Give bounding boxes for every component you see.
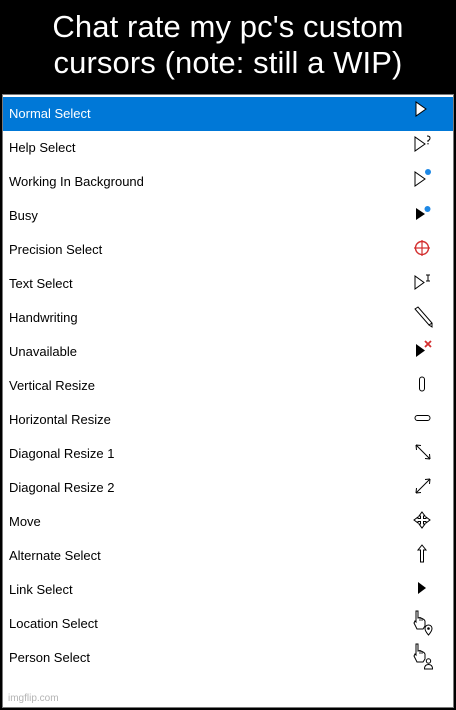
cursor-row-unavailable[interactable]: Unavailable [3,335,453,369]
alternate-select-cursor-icon [408,540,434,568]
link-select-cursor-icon [408,574,434,602]
text-select-cursor-icon [408,268,434,296]
move-cursor-icon [408,506,434,534]
cursor-scheme-list[interactable]: Normal Select Help Select Working In Bac… [3,97,453,675]
cursor-row-working-in-background[interactable]: Working In Background [3,165,453,199]
cursor-row-label: Location Select [9,616,98,631]
location-select-cursor-icon [408,608,434,636]
cursor-row-horizontal-resize[interactable]: Horizontal Resize [3,403,453,437]
cursor-row-busy[interactable]: Busy [3,199,453,233]
diagonal-resize-2-cursor-icon [408,472,434,500]
cursor-row-precision-select[interactable]: Precision Select [3,233,453,267]
unavailable-cursor-icon [408,336,434,364]
cursor-row-handwriting[interactable]: Handwriting [3,301,453,335]
cursor-row-alternate-select[interactable]: Alternate Select [3,539,453,573]
cursor-row-label: Working In Background [9,174,144,189]
person-select-cursor-icon [408,642,434,670]
cursor-row-location-select[interactable]: Location Select [3,607,453,641]
cursor-row-label: Diagonal Resize 1 [9,446,115,461]
cursor-row-normal-select[interactable]: Normal Select [3,97,453,131]
cursor-row-label: Handwriting [9,310,78,325]
working-in-background-cursor-icon [408,166,434,194]
cursor-scheme-list-panel: Normal Select Help Select Working In Bac… [2,94,454,708]
cursor-row-move[interactable]: Move [3,505,453,539]
cursor-row-link-select[interactable]: Link Select [3,573,453,607]
cursor-row-label: Unavailable [9,344,77,359]
vertical-resize-cursor-icon [408,370,434,398]
meme-caption: Chat rate my pc's custom cursors (note: … [52,9,404,80]
cursor-row-label: Move [9,514,41,529]
cursor-row-text-select[interactable]: Text Select [3,267,453,301]
cursor-row-label: Busy [9,208,38,223]
help-select-cursor-icon [408,132,434,160]
cursor-row-label: Diagonal Resize 2 [9,480,115,495]
imgflip-watermark: imgflip.com [8,693,59,704]
cursor-row-label: Help Select [9,140,76,155]
cursor-row-help-select[interactable]: Help Select [3,131,453,165]
cursor-row-label: Person Select [9,650,90,665]
busy-cursor-icon [408,200,434,228]
cursor-row-label: Precision Select [9,242,103,257]
cursor-row-diagonal-resize-2[interactable]: Diagonal Resize 2 [3,471,453,505]
cursor-row-diagonal-resize-1[interactable]: Diagonal Resize 1 [3,437,453,471]
cursor-row-label: Link Select [9,582,73,597]
cursor-row-label: Vertical Resize [9,378,95,393]
cursor-row-vertical-resize[interactable]: Vertical Resize [3,369,453,403]
diagonal-resize-1-cursor-icon [408,438,434,466]
cursor-row-label: Horizontal Resize [9,412,111,427]
cursor-row-person-select[interactable]: Person Select [3,641,453,675]
cursor-row-label: Text Select [9,276,73,291]
handwriting-cursor-icon [408,302,434,330]
cursor-row-label: Alternate Select [9,548,101,563]
cursor-row-label: Normal Select [9,106,91,121]
horizontal-resize-cursor-icon [408,404,434,432]
precision-select-cursor-icon [408,234,434,262]
normal-select-cursor-icon [408,98,434,126]
